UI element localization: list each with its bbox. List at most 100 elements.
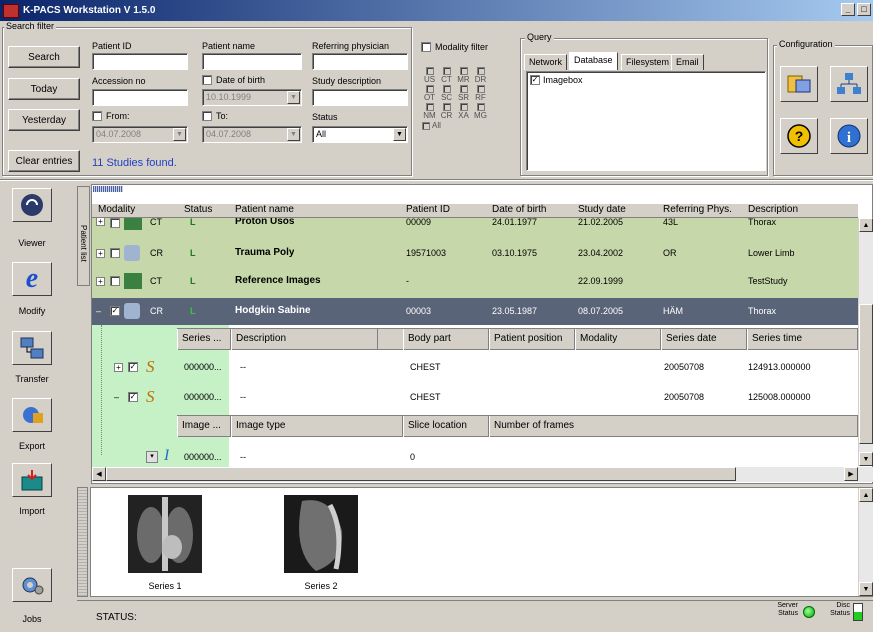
series-row[interactable]: – ✓ S 000000... -- CHEST 20050708 125008…	[92, 387, 858, 407]
to-checkbox-row[interactable]: To:	[202, 111, 228, 121]
from-checkbox[interactable]	[92, 111, 102, 121]
patient-name-input[interactable]	[202, 53, 302, 70]
network-config-icon[interactable]	[830, 66, 868, 102]
series-checkbox[interactable]: ✓	[128, 362, 138, 372]
col-number-of-frames[interactable]: Number of frames	[489, 416, 858, 437]
col-modality[interactable]: Modality	[98, 204, 135, 215]
patient-id-input[interactable]	[92, 53, 188, 70]
query-item-imagebox[interactable]: ✓ Imagebox	[530, 75, 762, 85]
col-body-part[interactable]: Body part	[403, 329, 489, 350]
series-checkbox[interactable]: ✓	[128, 392, 138, 402]
query-source-list[interactable]: ✓ Imagebox	[526, 71, 766, 171]
sidebar-item-transfer[interactable]	[12, 331, 52, 365]
expand-icon[interactable]: +	[96, 249, 105, 258]
scroll-right-icon[interactable]: ▶	[844, 467, 858, 481]
row-checkbox[interactable]	[110, 276, 120, 286]
study-grid-hscroll[interactable]: ◀ ▶	[92, 467, 873, 482]
modality-checkbox[interactable]	[473, 102, 488, 111]
modify-icon[interactable]: e	[12, 262, 52, 296]
export-icon[interactable]	[12, 398, 52, 432]
from-checkbox-row[interactable]: From:	[92, 111, 130, 121]
col-study-date[interactable]: Study date	[578, 204, 626, 215]
tab-database[interactable]: Database	[569, 52, 618, 70]
minimize-button[interactable]: _	[841, 3, 855, 16]
col-date-of-birth[interactable]: Date of birth	[492, 204, 546, 215]
col-series-number[interactable]: Series ...	[177, 329, 231, 350]
search-button[interactable]: Search	[8, 46, 80, 68]
thumbnail-series-2[interactable]	[272, 491, 370, 577]
to-checkbox[interactable]	[202, 111, 212, 121]
col-patient-name[interactable]: Patient name	[235, 204, 294, 215]
status-dropdown-icon[interactable]: ▼	[393, 128, 406, 141]
from-date-input[interactable]: 04.07.2008 ▼	[92, 126, 188, 143]
col-status[interactable]: Status	[184, 204, 212, 215]
col-patient-id[interactable]: Patient ID	[406, 204, 450, 215]
from-dropdown-icon[interactable]: ▼	[173, 128, 186, 141]
row-checkbox[interactable]	[110, 218, 120, 228]
scroll-up-icon[interactable]: ▲	[859, 218, 873, 232]
modality-checkbox[interactable]	[439, 102, 454, 111]
hscroll-thumb[interactable]	[106, 467, 736, 481]
thumbnail-vscroll[interactable]: ▲ ▼	[858, 488, 873, 596]
thumbnail-series-1[interactable]	[116, 491, 214, 577]
scroll-thumb[interactable]	[859, 304, 873, 444]
modality-checkbox[interactable]	[422, 84, 437, 93]
tab-filesystem[interactable]: Filesystem	[621, 54, 675, 70]
accession-input[interactable]	[92, 89, 188, 106]
study-grid-vscroll[interactable]: ▲ ▼	[858, 218, 873, 466]
modality-checkbox[interactable]	[456, 66, 471, 75]
modality-checkbox[interactable]	[439, 84, 454, 93]
modality-filter-checkbox[interactable]	[421, 42, 431, 52]
dob-input[interactable]: 10.10.1999 ▼	[202, 89, 302, 106]
scroll-down-icon[interactable]: ▼	[859, 452, 873, 466]
dob-dropdown-icon[interactable]: ▼	[287, 91, 300, 104]
sidebar-item-import[interactable]	[12, 463, 52, 497]
modality-all-checkbox[interactable]	[422, 121, 430, 130]
status-select[interactable]: All ▼	[312, 126, 408, 143]
col-patient-position[interactable]: Patient position	[489, 329, 575, 350]
info-icon[interactable]: i	[830, 118, 868, 154]
image-dropdown-icon[interactable]: ▾	[146, 451, 158, 463]
modality-checkbox[interactable]	[422, 102, 437, 111]
expand-icon[interactable]: +	[96, 218, 105, 226]
modality-checkbox[interactable]	[422, 66, 437, 75]
thumbnail-splitter[interactable]	[77, 487, 88, 597]
collapse-icon[interactable]: –	[96, 306, 101, 316]
expand-icon[interactable]: +	[96, 277, 105, 286]
patient-list-tab[interactable]: Patient list	[77, 186, 90, 286]
col-series-time[interactable]: Series time	[747, 329, 858, 350]
modality-filter-row[interactable]: Modality filter	[421, 42, 488, 52]
thumb-scroll-down-icon[interactable]: ▼	[859, 582, 873, 596]
sidebar-item-modify[interactable]: e	[12, 262, 52, 296]
sidebar-item-export[interactable]	[12, 398, 52, 432]
import-icon[interactable]	[12, 463, 52, 497]
modality-checkbox[interactable]	[456, 102, 471, 111]
transfer-icon[interactable]	[12, 331, 52, 365]
col-image-type[interactable]: Image type	[231, 416, 403, 437]
scroll-left-icon[interactable]: ◀	[92, 467, 106, 481]
to-dropdown-icon[interactable]: ▼	[287, 128, 300, 141]
help-icon[interactable]: ?	[780, 118, 818, 154]
today-button[interactable]: Today	[8, 78, 80, 100]
col-series-description[interactable]: Description	[231, 329, 378, 350]
col-image-number[interactable]: Image ...	[177, 416, 231, 437]
referring-physician-input[interactable]	[312, 53, 408, 70]
tab-email[interactable]: Email	[671, 54, 704, 70]
thumb-scroll-up-icon[interactable]: ▲	[859, 488, 873, 502]
yesterday-button[interactable]: Yesterday	[8, 109, 80, 131]
series-row[interactable]: + ✓ S 000000... -- CHEST 20050708 124913…	[92, 357, 858, 377]
col-description[interactable]: Description	[748, 204, 798, 215]
viewer-icon[interactable]	[12, 188, 52, 222]
modality-checkbox[interactable]	[473, 66, 488, 75]
study-row[interactable]: + CT L Reference Images - 22.09.1999 Tes…	[92, 272, 862, 292]
row-checkbox[interactable]: ✓	[110, 306, 120, 316]
image-row[interactable]: ▾ I 000000... -- 0	[92, 447, 858, 467]
sidebar-item-jobs[interactable]	[12, 568, 52, 602]
row-checkbox[interactable]	[110, 248, 120, 258]
study-row[interactable]: + CR L Trauma Poly 19571003 03.10.1975 2…	[92, 243, 862, 263]
col-series-modality[interactable]: Modality	[575, 329, 661, 350]
study-description-input[interactable]	[312, 89, 408, 106]
modality-checkbox[interactable]	[456, 84, 471, 93]
col-referring-phys[interactable]: Referring Phys.	[663, 204, 732, 215]
settings-icon[interactable]	[780, 66, 818, 102]
